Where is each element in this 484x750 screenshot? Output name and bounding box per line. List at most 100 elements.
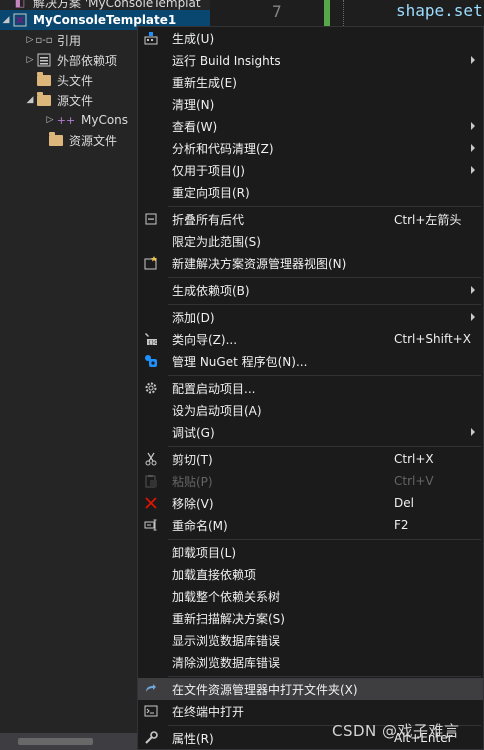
- menu-item-label: 卸载项目(L): [172, 545, 237, 560]
- submenu-arrow-icon: [471, 428, 475, 436]
- menu-item-label: 配置启动项目...: [172, 381, 256, 396]
- menu-item-label: 重命名(M): [172, 518, 228, 533]
- paste-icon: [143, 473, 159, 489]
- tree-item-label: 引用: [57, 33, 82, 48]
- menu-item-project-only[interactable]: 仅用于项目(J): [138, 159, 483, 181]
- menu-item-rebuild[interactable]: 重新生成(E): [138, 71, 483, 93]
- submenu-arrow-icon: [471, 56, 475, 64]
- menu-item-configure-startup[interactable]: 配置启动项目...: [138, 377, 483, 399]
- menu-item-label: 重新生成(E): [172, 75, 237, 90]
- expand-arrow-icon[interactable]: ▷: [24, 50, 36, 70]
- svg-text:{}C: {}C: [148, 340, 158, 346]
- menu-item-clear-db-errors[interactable]: 清除浏览数据库错误: [138, 651, 483, 673]
- menu-item-nuget[interactable]: 管理 NuGet 程序包(N)...: [138, 350, 483, 372]
- menu-item-label: 运行 Build Insights: [172, 53, 281, 68]
- menu-separator: [168, 375, 481, 376]
- expand-arrow-icon[interactable]: ▷: [24, 30, 36, 50]
- watermark: CSDN @戏子难言: [332, 722, 460, 740]
- menu-item-label: 粘贴(P): [172, 474, 213, 489]
- build-icon: [143, 30, 159, 46]
- menu-item-scope[interactable]: 限定为此范围(S): [138, 230, 483, 252]
- menu-item-build-deps[interactable]: 生成依赖项(B): [138, 279, 483, 301]
- menu-item-shortcut: Ctrl+左箭头: [394, 212, 462, 227]
- menu-item-label: 新建解决方案资源管理器视图(N): [172, 256, 347, 271]
- scrollbar-thumb[interactable]: [18, 738, 93, 745]
- menu-item-remove[interactable]: 移除(V) Del: [138, 492, 483, 514]
- menu-item-new-view[interactable]: 新建解决方案资源管理器视图(N): [138, 252, 483, 274]
- menu-item-paste: 粘贴(P) Ctrl+V: [138, 470, 483, 492]
- context-menu: 生成(U) 运行 Build Insights 重新生成(E) 清理(N) 查看…: [137, 26, 484, 750]
- tree-item-label: MyConsoleTemplate1: [33, 13, 177, 27]
- line-number: 7: [272, 2, 282, 21]
- nuget-icon: [143, 353, 159, 369]
- menu-item-shortcut: Ctrl+Shift+X: [394, 332, 471, 346]
- menu-item-load-dep-tree[interactable]: 加载整个依赖关系树: [138, 585, 483, 607]
- menu-item-unload[interactable]: 卸载项目(L): [138, 541, 483, 563]
- menu-item-build-insights[interactable]: 运行 Build Insights: [138, 49, 483, 71]
- collapse-arrow-icon[interactable]: ◢: [24, 90, 36, 110]
- menu-item-label: 生成依赖项(B): [172, 283, 250, 298]
- menu-separator: [168, 277, 481, 278]
- menu-item-label: 剪切(T): [172, 452, 213, 467]
- menu-item-label: 重定向项目(R): [172, 185, 250, 200]
- terminal-icon: [143, 703, 159, 719]
- menu-item-set-startup[interactable]: 设为启动项目(A): [138, 399, 483, 421]
- menu-item-label: 加载直接依赖项: [172, 567, 257, 582]
- expand-arrow-icon[interactable]: ▷: [44, 110, 56, 130]
- remove-icon: [143, 495, 159, 511]
- menu-item-add[interactable]: 添加(D): [138, 306, 483, 328]
- solution-icon: ◧: [14, 0, 26, 9]
- menu-item-label: 查看(W): [172, 119, 218, 134]
- project-icon: [12, 12, 28, 28]
- class-wizard-icon: {}C: [143, 331, 159, 347]
- menu-item-debug[interactable]: 调试(G): [138, 421, 483, 443]
- menu-item-view[interactable]: 查看(W): [138, 115, 483, 137]
- menu-separator: [168, 446, 481, 447]
- menu-item-label: 在文件资源管理器中打开文件夹(X): [172, 682, 358, 697]
- collapse-arrow-icon[interactable]: ◢: [0, 10, 12, 30]
- menu-item-label: 折叠所有后代: [172, 212, 245, 227]
- menu-separator: [168, 539, 481, 540]
- menu-item-label: 属性(R): [172, 731, 214, 746]
- menu-item-build[interactable]: 生成(U): [138, 27, 483, 49]
- menu-item-label: 仅用于项目(J): [172, 163, 245, 178]
- rename-icon: [143, 517, 159, 533]
- menu-item-shortcut: Ctrl+V: [394, 474, 434, 488]
- menu-item-clean[interactable]: 清理(N): [138, 93, 483, 115]
- menu-item-cut[interactable]: 剪切(T) Ctrl+X: [138, 448, 483, 470]
- code-line[interactable]: shape.set: [396, 1, 483, 20]
- folder-icon: [36, 71, 52, 88]
- menu-separator: [168, 304, 481, 305]
- menu-item-rename[interactable]: 重命名(M) F2: [138, 514, 483, 536]
- menu-item-class-wizard[interactable]: {}C 类向导(Z)... Ctrl+Shift+X: [138, 328, 483, 350]
- tree-item-label: 外部依赖项: [57, 53, 118, 68]
- menu-item-shortcut: Ctrl+X: [394, 452, 434, 466]
- external-deps-icon: [36, 52, 52, 68]
- menu-item-analyze[interactable]: 分析和代码清理(Z): [138, 137, 483, 159]
- collapse-icon: [143, 211, 159, 227]
- menu-item-label: 分析和代码清理(Z): [172, 141, 274, 156]
- menu-item-label: 清除浏览数据库错误: [172, 655, 281, 670]
- menu-item-label: 调试(G): [172, 425, 215, 440]
- scissors-icon: [143, 451, 159, 467]
- open-folder-icon: [143, 681, 159, 697]
- menu-item-open-in-explorer[interactable]: 在文件资源管理器中打开文件夹(X): [138, 678, 483, 700]
- submenu-arrow-icon: [471, 286, 475, 294]
- tree-item-label: 头文件: [57, 73, 94, 88]
- menu-item-label: 设为启动项目(A): [172, 403, 262, 418]
- menu-item-retarget[interactable]: 重定向项目(R): [138, 181, 483, 203]
- menu-item-collapse-all[interactable]: 折叠所有后代 Ctrl+左箭头: [138, 208, 483, 230]
- menu-item-shortcut: F2: [394, 518, 409, 532]
- menu-item-shortcut: Del: [394, 496, 414, 510]
- horizontal-scrollbar[interactable]: [0, 733, 137, 750]
- cpp-file-icon: ++: [56, 113, 76, 127]
- menu-separator: [168, 206, 481, 207]
- menu-item-rescan[interactable]: 重新扫描解决方案(S): [138, 607, 483, 629]
- submenu-arrow-icon: [471, 144, 475, 152]
- menu-item-load-direct-deps[interactable]: 加载直接依赖项: [138, 563, 483, 585]
- menu-item-label: 添加(D): [172, 310, 215, 325]
- menu-item-show-db-errors[interactable]: 显示浏览数据库错误: [138, 629, 483, 651]
- references-icon: ▫-▫: [35, 34, 53, 46]
- menu-item-label: 加载整个依赖关系树: [172, 589, 281, 604]
- menu-item-open-terminal[interactable]: 在终端中打开: [138, 700, 483, 722]
